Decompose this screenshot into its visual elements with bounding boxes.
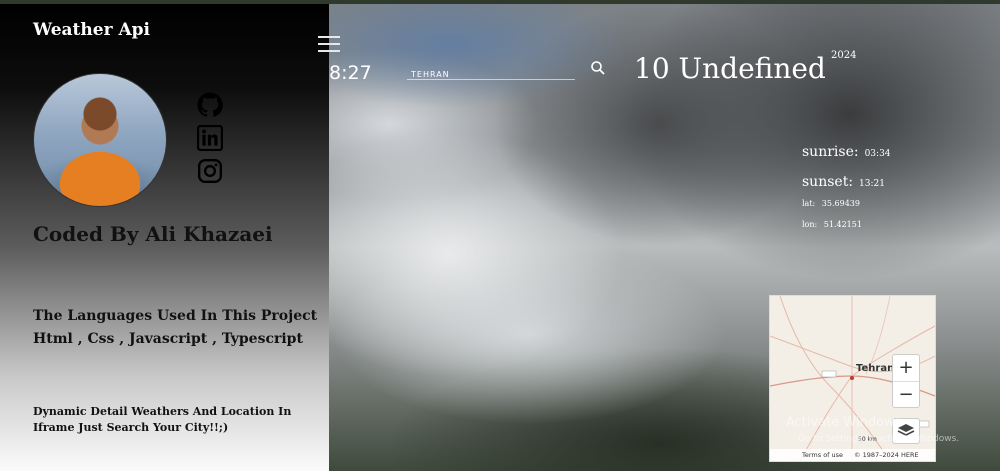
map-city-label: Tehran [856,363,895,374]
current-time: 8:27 [329,62,372,84]
terms-link[interactable]: Terms of use [802,451,843,459]
avatar [33,73,167,207]
search-icon[interactable] [590,60,606,76]
sunset-row: sunset: 13:21 [802,171,885,190]
author-credit: Coded By Ali Khazaei [33,222,273,246]
lat-value: 35.69439 [821,199,860,208]
linkedin-icon[interactable] [197,125,223,151]
zoom-out-button[interactable]: − [893,382,919,408]
sunrise-value: 03:34 [864,149,891,159]
github-icon[interactable] [197,92,223,118]
languages-text: The Languages Used In This Project Html … [33,308,318,347]
zoom-in-button[interactable]: + [893,355,919,382]
sunset-label: sunset: [802,174,854,190]
map-footer: Terms of use © 1987–2024 HERE [770,449,935,461]
sunrise-label: sunrise: [802,144,859,160]
lon-row: lon: 51.42151 [802,220,862,229]
social-links [197,92,225,191]
sidebar: Weather Api Coded By Ali Khazaei The Lan… [0,4,329,471]
year-display: 2024 [831,50,857,61]
map-copyright: © 1987–2024 HERE [854,451,919,459]
sunrise-row: sunrise: 03:34 [802,141,891,160]
city-search [407,62,575,81]
lat-row: lat: 35.69439 [802,199,860,208]
lon-value: 51.42151 [823,220,862,229]
search-input[interactable] [407,68,575,81]
lon-label: lon: [802,220,818,229]
activate-windows-title: Activate Windows [786,415,902,430]
date-display: 10 Undefined [634,52,826,85]
sunset-value: 13:21 [859,179,885,189]
lat-label: lat: [802,199,816,208]
map-zoom-control: + − [892,354,920,408]
instagram-icon[interactable] [197,158,223,184]
activate-windows-subtitle: Go to Settings to activate Windows. [798,434,960,444]
app-title: Weather Api [33,20,150,40]
menu-icon[interactable] [318,36,340,54]
description-text: Dynamic Detail Weathers And Location In … [33,405,292,434]
